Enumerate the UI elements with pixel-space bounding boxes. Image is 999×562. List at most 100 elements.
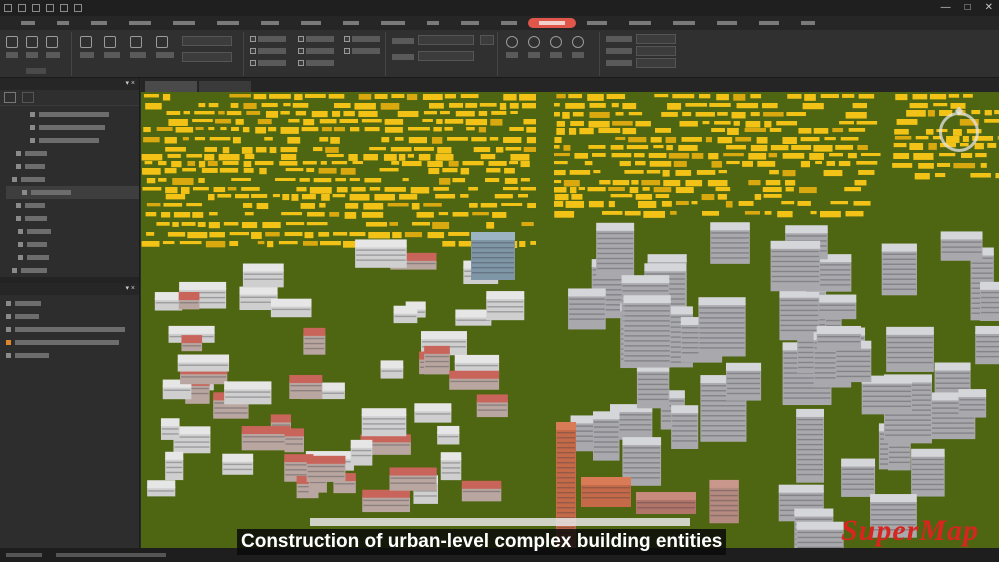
ribbon-dropdown[interactable] [636, 46, 676, 56]
ribbon-tab[interactable] [618, 18, 662, 28]
ribbon-tab[interactable] [332, 18, 370, 28]
toolbar-button-icon[interactable] [4, 92, 16, 103]
scene-viewport[interactable] [141, 92, 999, 548]
ribbon-tab[interactable] [250, 18, 290, 28]
tree-item[interactable] [6, 121, 139, 134]
ribbon-button-icon[interactable] [156, 36, 168, 48]
ribbon-button-icon[interactable] [46, 36, 58, 48]
node-icon [18, 242, 23, 247]
tab-map[interactable] [199, 81, 251, 92]
ribbon-button-icon[interactable] [26, 36, 38, 48]
tree-item[interactable] [6, 310, 139, 323]
minimize-icon[interactable]: — [941, 2, 951, 13]
building-footprint [269, 94, 291, 99]
tree-item[interactable] [6, 336, 139, 349]
ribbon-button-icon[interactable] [506, 36, 518, 48]
ribbon-tab[interactable] [450, 18, 490, 28]
window-row [557, 507, 575, 509]
ribbon-input[interactable] [418, 35, 474, 45]
building-footprint [682, 112, 692, 117]
tree-item[interactable] [6, 186, 139, 199]
ribbon-tab[interactable] [206, 18, 250, 28]
ribbon-dropdown[interactable] [636, 58, 676, 68]
ribbon-dropdown[interactable] [182, 52, 232, 62]
ribbon-tab[interactable] [10, 18, 46, 28]
ribbon-checkbox[interactable] [344, 48, 350, 54]
tree-item[interactable] [6, 108, 139, 121]
ribbon-button-icon[interactable] [6, 36, 18, 48]
window-row [711, 232, 749, 234]
ribbon-tab[interactable] [118, 18, 162, 28]
building-footprint [654, 94, 669, 98]
tab-scene[interactable] [145, 81, 197, 92]
residential-tower-roof [623, 295, 671, 304]
save-icon[interactable] [18, 4, 26, 12]
building-footprint [494, 194, 513, 199]
ribbon-tab[interactable] [528, 18, 576, 28]
panel-pin-icon[interactable]: ▾ × [125, 283, 135, 295]
building-footprint [835, 145, 854, 150]
window-row [842, 473, 875, 475]
tree-item[interactable] [6, 238, 139, 251]
window-row [472, 247, 514, 249]
window-row [672, 415, 698, 417]
ribbon-tab[interactable] [290, 18, 332, 28]
close-icon[interactable]: ✕ [985, 2, 993, 13]
tree-item[interactable] [6, 147, 139, 160]
ribbon-tab[interactable] [46, 18, 80, 28]
tree-item[interactable] [6, 212, 139, 225]
undo-icon[interactable] [32, 4, 40, 12]
toolbar-button-icon[interactable] [22, 92, 34, 103]
ribbon-button-icon[interactable] [130, 36, 142, 48]
ribbon-button-icon[interactable] [572, 36, 584, 48]
tree-item[interactable] [6, 349, 139, 362]
ribbon-button-icon[interactable] [550, 36, 562, 48]
ribbon-checkbox[interactable] [250, 36, 256, 42]
new-icon[interactable] [60, 4, 68, 12]
compass-ring-icon[interactable] [939, 112, 979, 152]
window-row [597, 267, 634, 270]
ribbon-checkbox[interactable] [250, 60, 256, 66]
ribbon-input[interactable] [418, 51, 474, 61]
ribbon-dropdown[interactable] [182, 36, 232, 46]
ribbon-button-icon[interactable] [80, 36, 92, 48]
tree-item[interactable] [6, 264, 139, 277]
tree-item[interactable] [6, 323, 139, 336]
ribbon-button-icon[interactable] [528, 36, 540, 48]
ribbon-tab[interactable] [706, 18, 748, 28]
restore-icon[interactable]: □ [965, 2, 971, 13]
building-footprint [299, 178, 310, 182]
window-row [624, 325, 670, 327]
tree-item[interactable] [6, 225, 139, 238]
open-icon[interactable] [74, 4, 82, 12]
redo-icon[interactable] [46, 4, 54, 12]
building-footprint [329, 212, 340, 217]
ribbon-tab[interactable] [162, 18, 206, 28]
ribbon-dropdown[interactable] [636, 34, 676, 44]
ribbon-checkbox[interactable] [298, 36, 304, 42]
ribbon-dropdown[interactable] [480, 35, 494, 45]
ribbon-tab[interactable] [80, 18, 118, 28]
tree-item[interactable] [6, 160, 139, 173]
tree-item[interactable] [6, 173, 139, 186]
ribbon-checkbox[interactable] [298, 48, 304, 54]
tree-item[interactable] [6, 134, 139, 147]
ribbon-button-icon[interactable] [104, 36, 116, 48]
ribbon-tab[interactable] [790, 18, 826, 28]
panel-pin-icon[interactable]: ▾ × [125, 78, 135, 90]
building-footprint [143, 137, 160, 143]
ribbon-tab[interactable] [416, 18, 450, 28]
ribbon-checkbox[interactable] [250, 48, 256, 54]
ribbon-checkbox[interactable] [344, 36, 350, 42]
ribbon-tab[interactable] [576, 18, 618, 28]
tree-item[interactable] [6, 297, 139, 310]
ribbon-tab[interactable] [370, 18, 416, 28]
building-footprint [708, 153, 719, 160]
ribbon-tab[interactable] [662, 18, 706, 28]
ribbon-tab[interactable] [748, 18, 790, 28]
tree-item[interactable] [6, 199, 139, 212]
building-footprint [261, 103, 278, 108]
tree-item[interactable] [6, 251, 139, 264]
ribbon-tab[interactable] [490, 18, 528, 28]
ribbon-checkbox[interactable] [298, 60, 304, 66]
